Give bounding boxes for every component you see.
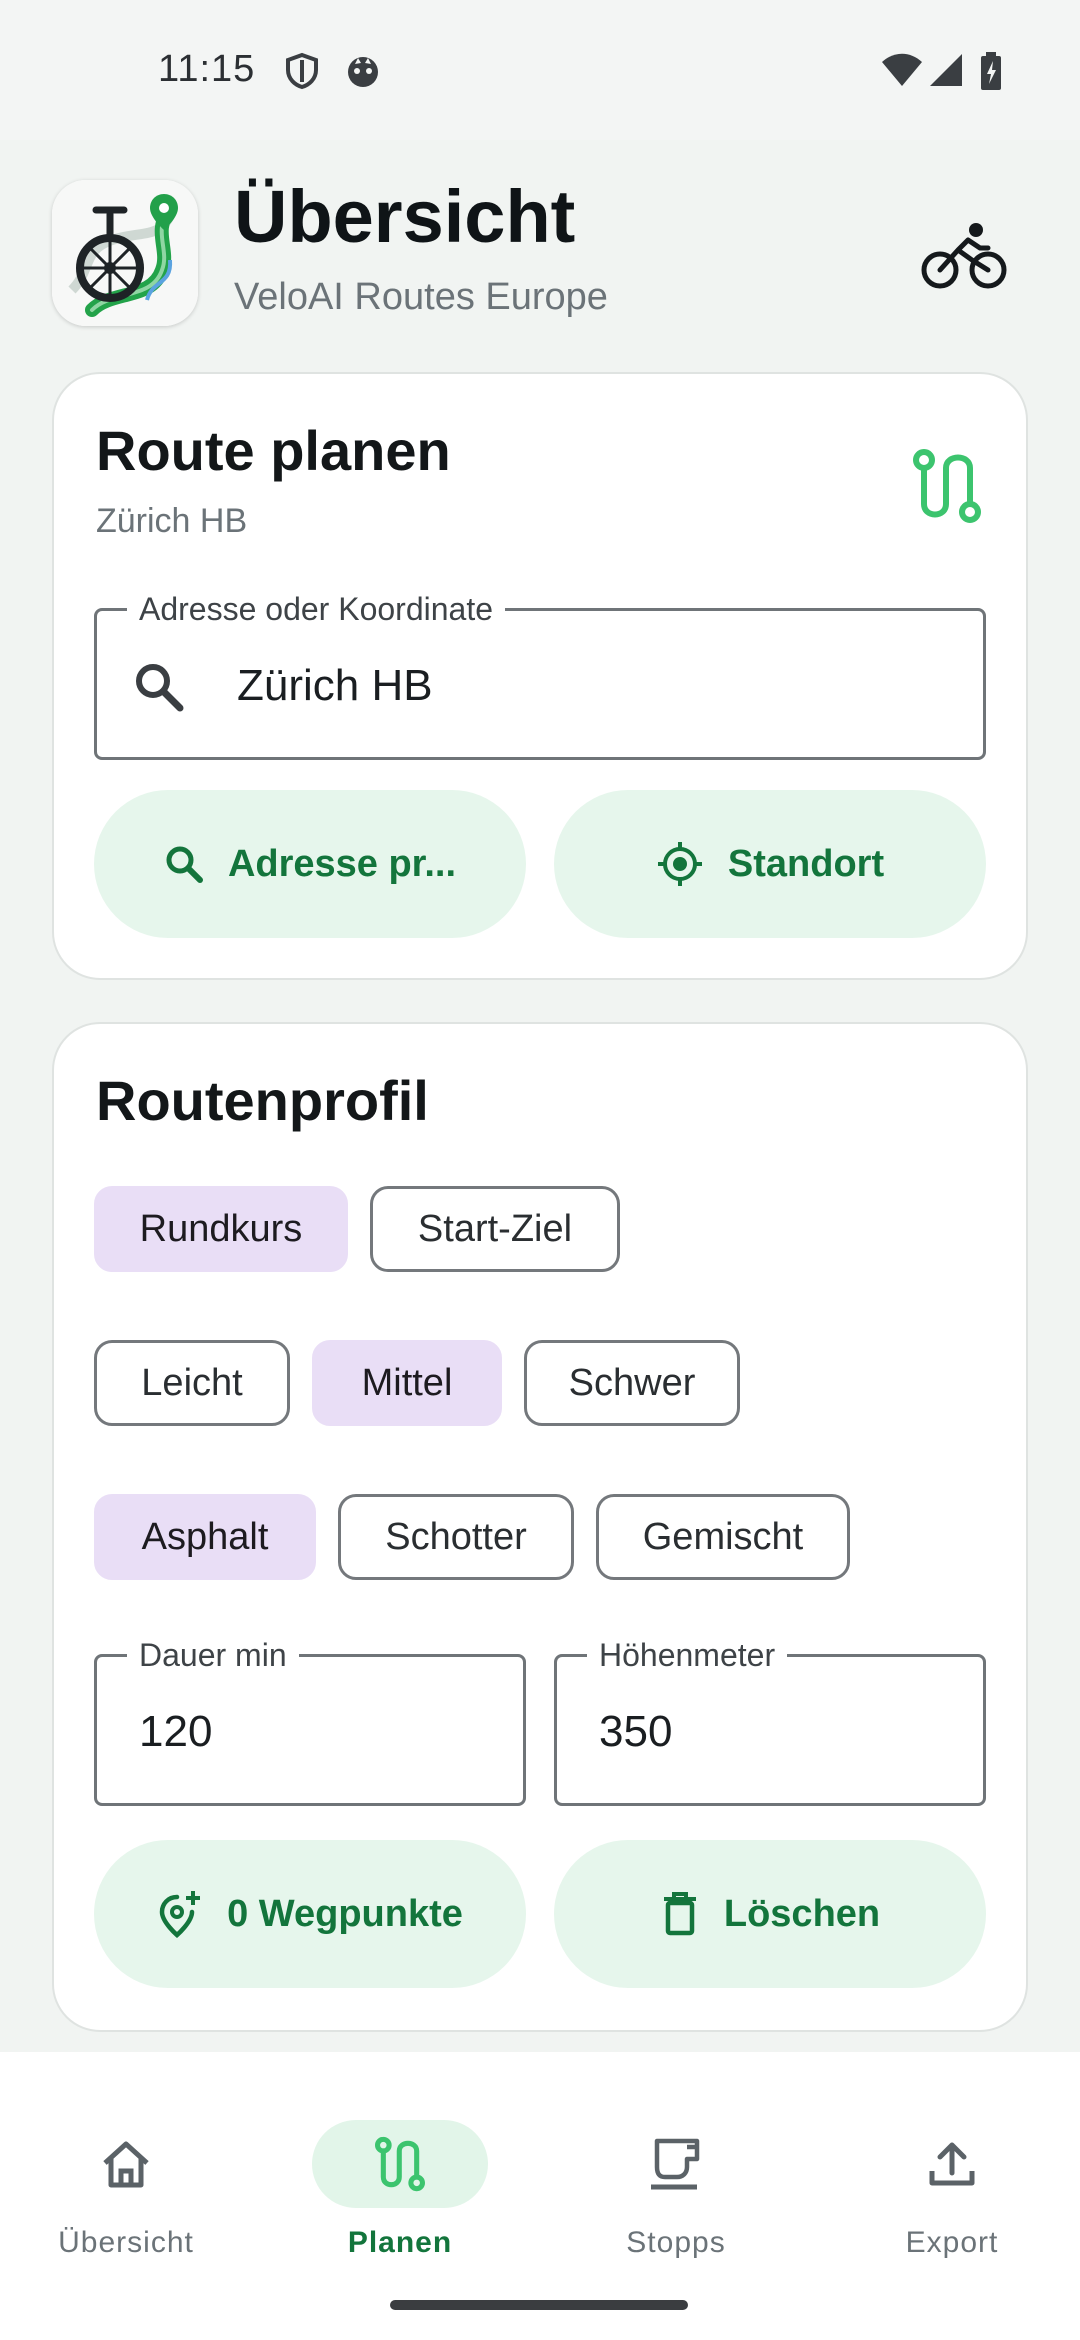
unicycle-route-logo-icon — [52, 180, 198, 326]
elevation-label: Höhenmeter — [587, 1635, 788, 1675]
route-icon — [374, 2136, 426, 2192]
upload-icon — [929, 2142, 975, 2186]
route-profile-card: Routenprofil Rundkurs Start-Ziel Leicht … — [52, 1022, 1028, 2032]
location-label: Standort — [727, 842, 885, 885]
signal-icon — [928, 52, 964, 93]
waypoints-label: 0 Wegpunkte — [227, 1892, 463, 1935]
check-address-button[interactable]: Adresse pr... — [94, 790, 526, 938]
nav-label: Stopps — [626, 2226, 726, 2259]
duration-value: 120 — [139, 1707, 213, 1756]
bottom-navigation: Übersicht Planen Stopps Export — [0, 2052, 1080, 2340]
location-button[interactable]: Standort — [554, 790, 986, 938]
address-input-label: Adresse oder Koordinate — [127, 589, 505, 629]
nav-pill — [38, 2120, 214, 2208]
address-input-value: Zürich HB — [237, 661, 433, 710]
app-subtitle: VeloAI Routes Europe — [234, 276, 608, 318]
route-plan-card: Route planen Zürich HB Adresse oder Koor… — [52, 372, 1028, 980]
chip-mittel[interactable]: Mittel — [312, 1340, 502, 1426]
nav-pill — [864, 2120, 1040, 2208]
nav-label: Export — [905, 2226, 999, 2259]
app-logo — [52, 180, 198, 326]
route-icon — [913, 449, 981, 523]
nav-item-stopps[interactable]: Stopps — [556, 2088, 796, 2259]
route-card-title: Route planen — [96, 419, 451, 482]
nav-label: Übersicht — [58, 2226, 194, 2259]
search-icon — [136, 664, 184, 712]
nav-item-export[interactable]: Export — [832, 2088, 1072, 2259]
nav-item-uebersicht[interactable]: Übersicht — [6, 2088, 246, 2259]
shield-icon — [284, 52, 320, 95]
chip-rundkurs[interactable]: Rundkurs — [94, 1186, 348, 1272]
nav-pill-active — [312, 2120, 488, 2208]
route-card-subtitle: Zürich HB — [96, 502, 248, 540]
search-icon — [166, 846, 203, 883]
delete-button[interactable]: Löschen — [554, 1840, 986, 1988]
check-address-label: Adresse pr... — [227, 842, 457, 885]
cat-face-icon — [344, 52, 382, 95]
address-input[interactable]: Adresse oder Koordinate Zürich HB — [94, 589, 986, 760]
waypoints-button[interactable]: 0 Wegpunkte — [94, 1840, 526, 1988]
nav-pill — [588, 2120, 764, 2208]
bicycle-icon — [921, 223, 1007, 289]
duration-label: Dauer min — [127, 1635, 299, 1675]
chip-start-ziel[interactable]: Start-Ziel — [370, 1186, 620, 1272]
bicycle-button[interactable] — [920, 216, 1010, 296]
chip-leicht[interactable]: Leicht — [94, 1340, 290, 1426]
elevation-input[interactable]: Höhenmeter 350 — [554, 1635, 986, 1806]
chip-schwer[interactable]: Schwer — [524, 1340, 740, 1426]
elevation-value: 350 — [599, 1707, 673, 1756]
trash-icon — [663, 1892, 696, 1936]
chip-gemischt[interactable]: Gemischt — [596, 1494, 850, 1580]
status-time: 11:15 — [158, 48, 256, 90]
wifi-icon — [880, 52, 924, 93]
chip-asphalt[interactable]: Asphalt — [94, 1494, 316, 1580]
battery-charging-icon — [980, 52, 1002, 95]
add-location-icon — [159, 1891, 201, 1938]
nav-item-planen[interactable]: Planen — [280, 2088, 520, 2259]
duration-input[interactable]: Dauer min 120 — [94, 1635, 526, 1806]
my-location-icon — [657, 842, 702, 886]
status-bar: 11:15 — [0, 0, 1080, 140]
chip-schotter[interactable]: Schotter — [338, 1494, 574, 1580]
delete-label: Löschen — [723, 1892, 881, 1935]
home-icon — [103, 2141, 149, 2188]
nav-label: Planen — [347, 2226, 453, 2259]
home-indicator[interactable] — [390, 2300, 688, 2310]
profile-card-title: Routenprofil — [96, 1069, 429, 1132]
coffee-cup-icon — [651, 2138, 700, 2190]
page-title: Übersicht — [234, 175, 576, 258]
